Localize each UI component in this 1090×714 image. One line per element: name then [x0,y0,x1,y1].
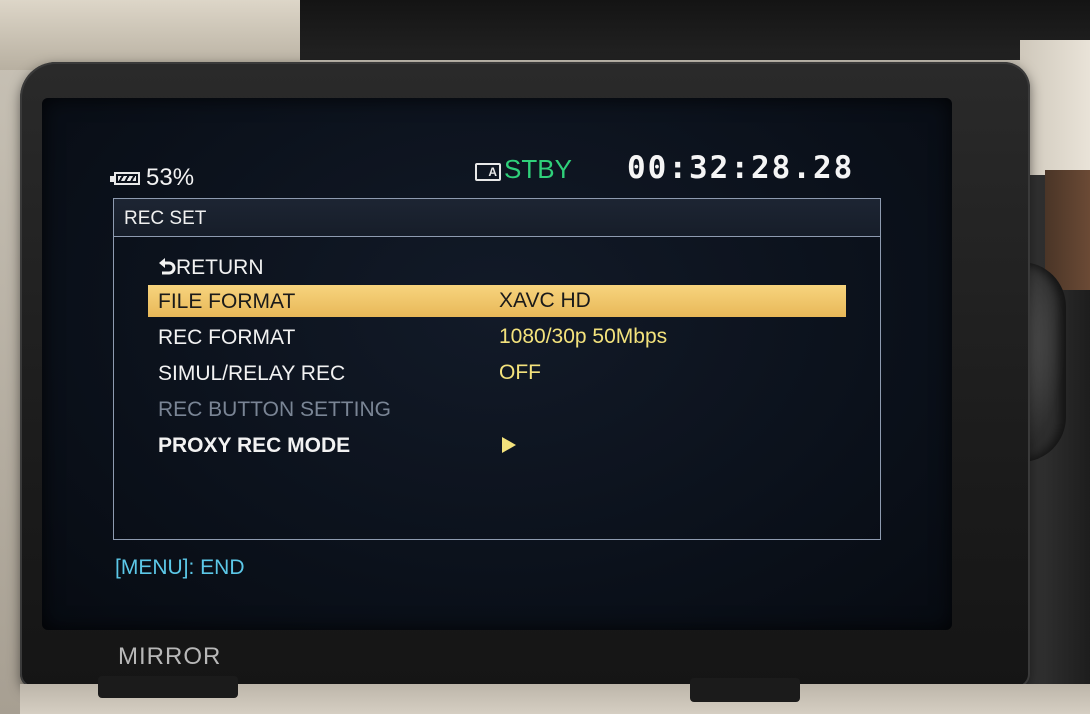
menu-item-simul-relay-rec[interactable]: SIMUL/RELAY REC OFF [148,357,846,389]
background-dark-object [300,0,1090,60]
media-slot-label: A [488,165,497,179]
rec-state: STBY [504,154,572,184]
menu-item-rec-button-setting: REC BUTTON SETTING [148,393,846,425]
menu-end-hint: [MENU]: END [115,556,245,579]
battery-percent: 53% [146,164,195,191]
battery-indicator: 53% [110,158,195,198]
lcd-screen: 53% A STBY 00:32:28.28 REC SET RETURN FI… [42,98,952,630]
menu-panel: REC SET RETURN FILE FORMAT XAVC HD REC F… [113,198,881,540]
return-label: RETURN [176,256,264,279]
menu-item-rec-format[interactable]: REC FORMAT 1080/30p 50Mbps [148,321,846,353]
battery-icon [110,171,140,185]
mirror-label: MIRROR [118,643,222,670]
menu-item-value: 1080/30p 50Mbps [499,325,668,348]
camera-photo-scene: 53% A STBY 00:32:28.28 REC SET RETURN FI… [0,0,1090,714]
menu-item-return[interactable]: RETURN [148,251,846,283]
menu-item-label: FILE FORMAT [158,290,296,313]
menu-item-label: SIMUL/RELAY REC [158,362,346,385]
card-a-icon: A [475,163,501,181]
menu-item-proxy-rec-mode[interactable]: PROXY REC MODE [148,429,846,461]
play-arrow-icon [502,437,516,453]
camera-foot [690,678,800,702]
menu-item-label: PROXY REC MODE [158,434,351,457]
camera-foot [98,676,238,698]
menu-item-value: XAVC HD [499,289,591,312]
background-brown-object [1045,170,1090,290]
menu-item-value: OFF [499,361,541,384]
menu-title-bar: REC SET [114,199,880,237]
background-wall [0,0,300,70]
return-icon [159,258,176,275]
timecode: 00:32:28.28 [627,150,855,186]
menu-item-label: REC FORMAT [158,326,296,349]
menu-title: REC SET [124,208,207,229]
menu-item-file-format[interactable]: FILE FORMAT XAVC HD [148,285,846,317]
menu-item-label: REC BUTTON SETTING [158,398,391,421]
